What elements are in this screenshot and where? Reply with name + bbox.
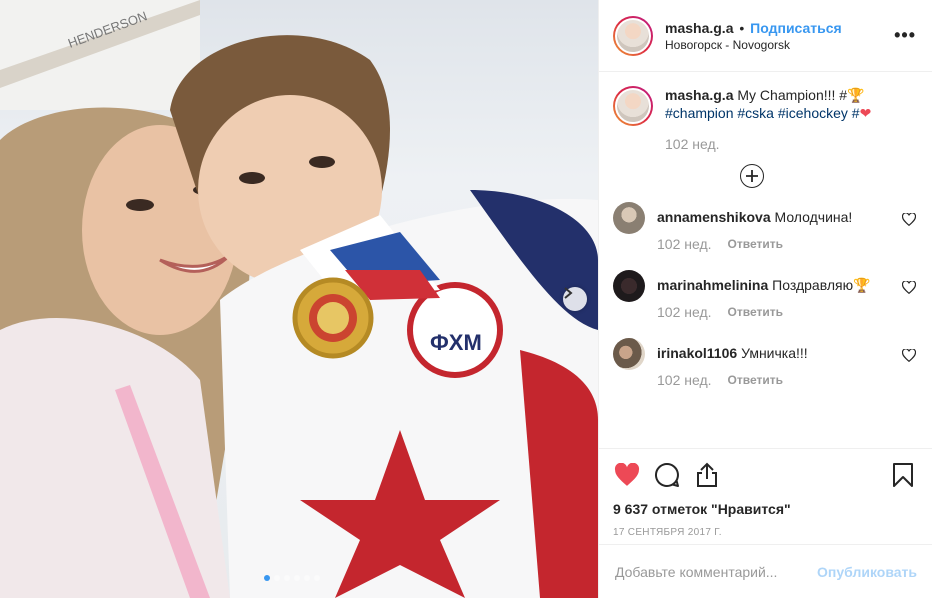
comment-input[interactable] bbox=[615, 563, 818, 580]
comment-bubble-icon[interactable] bbox=[653, 461, 681, 489]
hashtag-icehockey[interactable]: #icehockey bbox=[778, 105, 848, 121]
post-photo[interactable]: HENDERSON ФХМ bbox=[0, 0, 598, 598]
comment-text: Умничка!!! bbox=[741, 345, 808, 361]
comment-like-icon[interactable] bbox=[902, 281, 916, 294]
comment-text-wrap: annamenshikova Молодчина! bbox=[657, 208, 916, 226]
caption-username[interactable]: masha.g.a bbox=[665, 87, 733, 103]
photo-illustration: HENDERSON ФХМ bbox=[0, 0, 598, 598]
comment-time[interactable]: 102 нед. bbox=[657, 236, 712, 252]
publish-button[interactable]: Опубликовать bbox=[817, 564, 917, 580]
author-username[interactable]: masha.g.a bbox=[665, 20, 733, 36]
comment-time[interactable]: 102 нед. bbox=[657, 372, 712, 388]
comment-item: marinahmelinina Поздравляю🏆 102 нед. Отв… bbox=[613, 270, 916, 320]
post-header: masha.g.a • Подписаться Новогорск - Novo… bbox=[599, 0, 932, 72]
hashtag-heart[interactable]: # bbox=[852, 105, 860, 121]
commenter-avatar[interactable] bbox=[613, 202, 645, 234]
likes-count[interactable]: 9 637 отметок "Нравится" bbox=[613, 501, 917, 517]
next-photo-button[interactable] bbox=[563, 287, 587, 311]
chevron-right-icon bbox=[564, 287, 573, 299]
post-side-panel: masha.g.a • Подписаться Новогорск - Novo… bbox=[598, 0, 932, 598]
comment-like-icon[interactable] bbox=[902, 349, 916, 362]
post-location[interactable]: Новогорск - Novogorsk bbox=[665, 38, 894, 52]
comment-text: Поздравляю🏆 bbox=[772, 277, 871, 293]
plus-circle-icon[interactable] bbox=[739, 164, 764, 188]
reply-button[interactable]: Ответить bbox=[728, 305, 783, 319]
caption: masha.g.a My Champion!!! #🏆 #champion #c… bbox=[613, 86, 916, 152]
comment-item: annamenshikova Молодчина! 102 нед. Ответ… bbox=[613, 202, 916, 252]
commenter-username[interactable]: annamenshikova bbox=[657, 209, 771, 225]
bookmark-icon[interactable] bbox=[889, 461, 917, 489]
comment-text: Молодчина! bbox=[774, 209, 853, 225]
carousel-dot[interactable] bbox=[274, 575, 280, 581]
reply-button[interactable]: Ответить bbox=[728, 373, 783, 387]
trophy-emoji-icon: 🏆 bbox=[847, 87, 865, 103]
share-icon[interactable] bbox=[693, 461, 721, 489]
comment-like-icon[interactable] bbox=[902, 213, 916, 226]
commenter-username[interactable]: irinakol1106 bbox=[657, 345, 737, 361]
reply-button[interactable]: Ответить bbox=[728, 237, 783, 251]
add-comment-bar: Опубликовать bbox=[599, 544, 932, 598]
heart-icon[interactable] bbox=[613, 461, 641, 489]
hashtag-cska[interactable]: #cska bbox=[737, 105, 774, 121]
carousel-dot[interactable] bbox=[264, 575, 270, 581]
heart-emoji-icon: ❤ bbox=[859, 105, 872, 121]
comments-list: masha.g.a My Champion!!! #🏆 #champion #c… bbox=[599, 72, 932, 449]
hashtag-champion[interactable]: #champion bbox=[665, 105, 734, 121]
carousel-dot[interactable] bbox=[284, 575, 290, 581]
post-date[interactable]: 17 сентября 2017 г. bbox=[613, 527, 917, 538]
caption-prefix: My Champion!!! # bbox=[737, 87, 848, 103]
caption-avatar[interactable] bbox=[613, 86, 653, 126]
commenter-username[interactable]: marinahmelinina bbox=[657, 277, 768, 293]
caption-time[interactable]: 102 нед. bbox=[665, 136, 916, 152]
comment-text-wrap: marinahmelinina Поздравляю🏆 bbox=[657, 276, 916, 294]
carousel-dot[interactable] bbox=[294, 575, 300, 581]
post-actions: 9 637 отметок "Нравится" 17 сентября 201… bbox=[599, 448, 932, 538]
carousel-dots bbox=[264, 575, 320, 581]
more-options-icon[interactable]: ••• bbox=[894, 25, 916, 46]
caption-text: masha.g.a My Champion!!! #🏆 #champion #c… bbox=[665, 86, 916, 122]
commenter-avatar[interactable] bbox=[613, 270, 645, 302]
carousel-dot[interactable] bbox=[304, 575, 310, 581]
comment-time[interactable]: 102 нед. bbox=[657, 304, 712, 320]
svg-text:ФХМ: ФХМ bbox=[430, 330, 482, 355]
follow-button[interactable]: Подписаться bbox=[750, 20, 842, 36]
separator-dot: • bbox=[739, 19, 745, 36]
commenter-avatar[interactable] bbox=[613, 338, 645, 370]
comment-text-wrap: irinakol1106 Умничка!!! bbox=[657, 344, 916, 362]
comment-item: irinakol1106 Умничка!!! 102 нед. Ответит… bbox=[613, 338, 916, 388]
carousel-dot[interactable] bbox=[314, 575, 320, 581]
author-avatar[interactable] bbox=[613, 15, 653, 56]
